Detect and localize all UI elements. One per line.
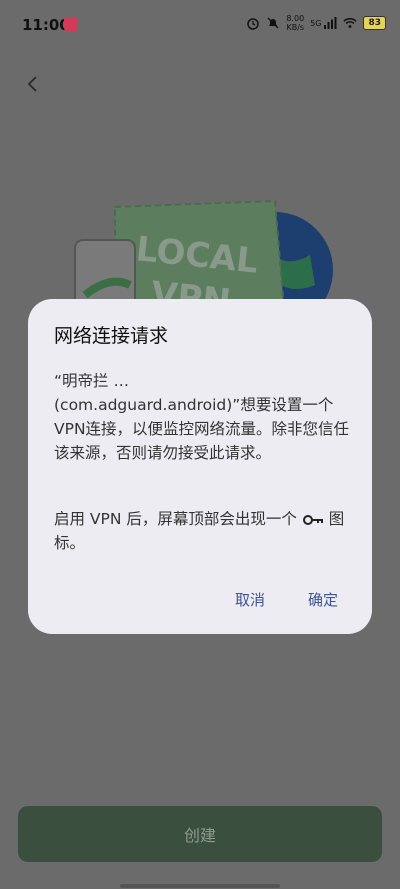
home-indicator[interactable] xyxy=(120,884,280,888)
status-time: 11:00 xyxy=(22,16,70,34)
wifi-icon xyxy=(343,18,358,28)
create-button[interactable]: 创建 xyxy=(18,806,382,862)
status-icons: 8.00 KB/s 5G 83 xyxy=(246,14,386,32)
vpn-key-icon xyxy=(302,514,323,525)
app-notification-icon xyxy=(64,17,78,31)
network-type: 5G xyxy=(310,18,322,28)
battery-indicator: 83 xyxy=(363,16,386,30)
network-speed: 8.00 KB/s xyxy=(286,14,305,32)
dialog-title: 网络连接请求 xyxy=(54,325,169,347)
dialog-note-prefix: 启用 VPN 后，屏幕顶部会出现一个 xyxy=(54,510,297,528)
mute-bell-icon xyxy=(267,17,279,29)
alarm-icon xyxy=(247,18,260,30)
cancel-button[interactable]: 取消 xyxy=(235,589,265,610)
ok-button[interactable]: 确定 xyxy=(308,589,338,610)
signal-icon xyxy=(324,17,337,29)
dialog-message: “明帝拦 … (com.adguard.android)”想要设置一个VPN连接… xyxy=(54,372,350,462)
status-bar: 11:00 8.00 KB/s 5G 83 xyxy=(0,0,400,48)
dialog-note: 启用 VPN 后，屏幕顶部会出现一个 图标。 xyxy=(54,507,354,555)
back-arrow-icon[interactable] xyxy=(22,72,46,96)
vpn-connection-request-dialog: 网络连接请求 “明帝拦 … (com.adguard.android)”想要设置… xyxy=(28,299,372,634)
